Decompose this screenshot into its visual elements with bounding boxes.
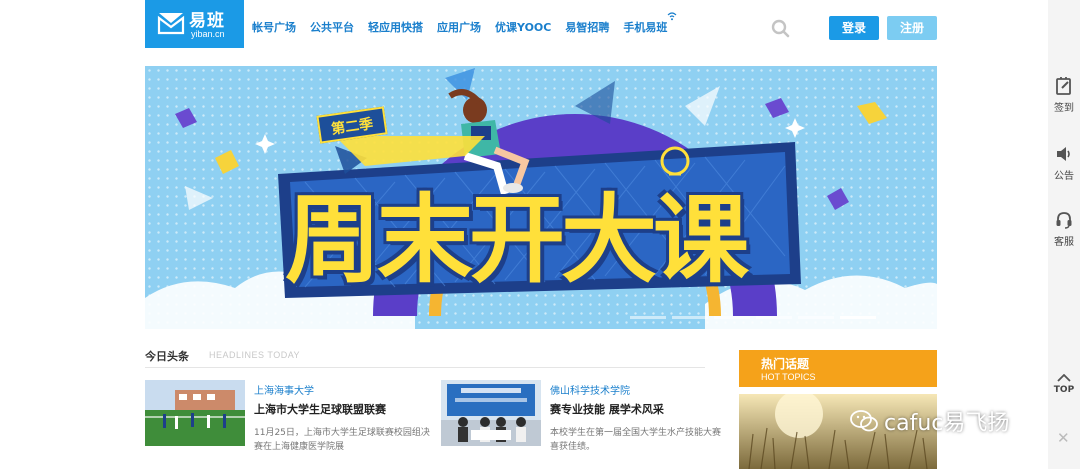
nav-mobile-yiban-label: 手机易班 [623,21,668,34]
nav-public-platform[interactable]: 公共平台 [310,19,354,35]
banner-pagination [630,316,876,319]
nav-recruit[interactable]: 易智招聘 [565,19,609,35]
hero-banner[interactable]: 第二季 周末开大课 [145,66,937,329]
main-nav: 帐号广场 公共平台 轻应用快搭 应用广场 优课YOOC 易智招聘 手机易班 [252,12,681,35]
award-photo [441,380,541,446]
wechat-icon [850,410,878,432]
back-to-top-button[interactable]: TOP [1048,374,1080,395]
nav-account-square[interactable]: 帐号广场 [252,19,296,35]
announcement-icon [1057,147,1070,161]
banner-slide-dot[interactable] [714,316,750,319]
headlines-divider [145,367,705,368]
sidebar-support[interactable]: 客服 [1048,210,1080,248]
headlines-subtitle: HEADLINES TODAY [209,350,301,360]
news-thumbnail-football[interactable] [145,380,245,446]
logo-name: 易班 [189,11,225,31]
chevron-up-icon [1057,374,1071,382]
headset-icon [1056,212,1072,229]
hot-topics-title: 热门话题 [761,357,810,371]
checkin-icon [1056,77,1071,95]
news-headline[interactable]: 上海市大学生足球联盟联赛 [254,401,386,417]
wifi-icon [667,12,677,21]
news-thumbnail-award[interactable] [441,380,541,446]
register-button[interactable]: 注册 [887,16,937,40]
nav-app-square[interactable]: 应用广场 [437,19,481,35]
logo-mark-icon [157,13,185,35]
nav-mobile-yiban[interactable]: 手机易班 [623,12,677,35]
sidebar-support-label: 客服 [1054,237,1074,248]
news-item[interactable]: 佛山科学技术学院 赛专业技能 展学术风采 本校学生在第一届全国大学生水产技能大赛… [441,380,721,460]
sidebar-checkin[interactable]: 签到 [1048,76,1080,114]
nav-light-app-builder[interactable]: 轻应用快搭 [368,19,423,35]
banner-slide-dot[interactable] [756,316,792,319]
close-icon[interactable]: ✕ [1057,429,1070,447]
sidebar-announcement[interactable]: 公告 [1048,144,1080,182]
yiban-logo[interactable]: 易班 yiban.cn [145,0,244,48]
banner-slide-dot[interactable] [798,316,834,319]
banner-slide-dot[interactable] [630,316,666,319]
right-sidebar: 签到 公告 客服 TOP ✕ [1048,0,1080,469]
news-school[interactable]: 上海海事大学 [254,382,314,397]
hot-topics-subtitle: HOT TOPICS [761,372,816,382]
hot-topics-header: 热门话题 HOT TOPICS [739,350,937,387]
news-item[interactable]: 上海海事大学 上海市大学生足球联盟联赛 11月25日，上海市大学生足球联赛校园组… [145,380,430,460]
sidebar-checkin-label: 签到 [1054,103,1074,114]
logo-domain: yiban.cn [191,29,225,39]
news-excerpt: 本校学生在第一届全国大学生水产技能大赛喜获佳绩。 [550,428,722,452]
login-button[interactable]: 登录 [829,16,879,40]
watermark: cafuc易飞扬 [850,405,1009,437]
football-photo [145,380,245,446]
banner-slide-dot[interactable] [840,316,876,319]
news-excerpt: 11月25日，上海市大学生足球联赛校园组决赛在上海健康医学院展 [254,428,430,452]
watermark-text: cafuc易飞扬 [884,411,1010,436]
headlines-title: 今日头条 [145,350,189,363]
news-school[interactable]: 佛山科学技术学院 [550,382,630,397]
back-to-top-label: TOP [1053,385,1075,395]
sidebar-announcement-label: 公告 [1054,171,1074,182]
nav-yooc[interactable]: 优课YOOC [495,19,551,35]
search-icon[interactable] [771,19,790,38]
banner-title: 周末开大课 [285,184,749,296]
news-headline[interactable]: 赛专业技能 展学术风采 [550,401,664,417]
banner-slide-dot[interactable] [672,316,708,319]
